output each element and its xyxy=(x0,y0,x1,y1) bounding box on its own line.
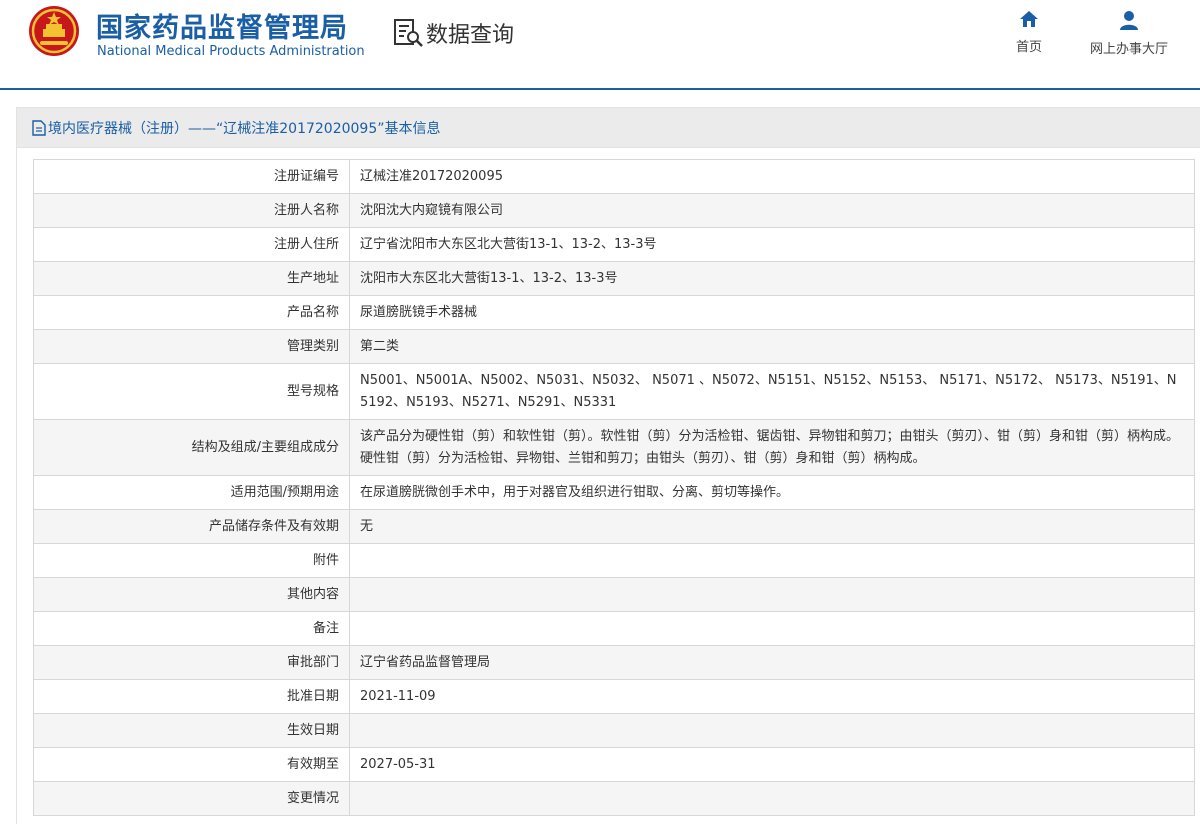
nav-home[interactable]: 首页 xyxy=(1008,10,1050,55)
field-label: 产品名称 xyxy=(33,295,350,330)
table-row: 注册人名称 沈阳沈大内窥镜有限公司 xyxy=(33,193,1195,228)
site-header: 国家药品监督管理局 National Medical Products Admi… xyxy=(0,0,1200,90)
table-row: 有效期至 2027-05-31 xyxy=(33,747,1195,782)
table-row: 产品名称 尿道膀胱镜手术器械 xyxy=(33,295,1195,330)
field-value: 辽宁省沈阳市大东区北大营街13-1、13-2、13-3号 xyxy=(349,227,1195,262)
field-value: 该产品分为硬性钳（剪）和软性钳（剪）。软性钳（剪）分为活检钳、锯齿钳、异物钳和剪… xyxy=(349,419,1195,476)
nav-online-service-hall-label: 网上办事大厅 xyxy=(1089,42,1168,57)
field-label: 变更情况 xyxy=(33,781,350,816)
page-section-title: 数据查询 xyxy=(426,23,515,48)
field-value xyxy=(349,713,1195,748)
field-label: 注册证编号 xyxy=(33,159,350,194)
field-value: 第二类 xyxy=(349,329,1195,364)
field-label: 有效期至 xyxy=(33,747,350,782)
field-value: 2021-11-09 xyxy=(349,679,1195,714)
panel-title: 境内医疗器械（注册）——“辽械注准20172020095”基本信息 xyxy=(48,121,441,137)
field-value xyxy=(349,611,1195,646)
table-row: 生效日期 xyxy=(33,713,1195,748)
field-label: 适用范围/预期用途 xyxy=(33,475,350,510)
field-label: 审批部门 xyxy=(33,645,350,680)
field-value xyxy=(349,543,1195,578)
home-icon xyxy=(1020,11,1038,27)
field-label: 管理类别 xyxy=(33,329,350,364)
table-row: 产品储存条件及有效期 无 xyxy=(33,509,1195,544)
national-emblem-icon[interactable] xyxy=(28,5,80,57)
field-value: N5001、N5001A、N5002、N5031、N5032、 N5071 、N… xyxy=(349,363,1195,420)
field-value: 尿道膀胱镜手术器械 xyxy=(349,295,1195,330)
agency-name-en[interactable]: National Medical Products Administration xyxy=(97,44,365,59)
document-icon xyxy=(32,120,46,136)
table-row: 适用范围/预期用途 在尿道膀胱微创手术中，用于对器官及组织进行钳取、分离、剪切等… xyxy=(33,475,1195,510)
field-label: 生产地址 xyxy=(33,261,350,296)
field-label: 注册人名称 xyxy=(33,193,350,228)
table-row: 型号规格 N5001、N5001A、N5002、N5031、N5032、 N50… xyxy=(33,363,1195,420)
field-value xyxy=(349,577,1195,612)
device-info-table: 注册证编号 辽械注准20172020095 注册人名称 沈阳沈大内窥镜有限公司 … xyxy=(33,159,1195,816)
nav-home-label: 首页 xyxy=(1015,40,1042,55)
field-value xyxy=(349,781,1195,816)
table-row: 附件 xyxy=(33,543,1195,578)
field-label: 型号规格 xyxy=(33,363,350,420)
field-value: 在尿道膀胱微创手术中，用于对器官及组织进行钳取、分离、剪切等操作。 xyxy=(349,475,1195,510)
table-row: 批准日期 2021-11-09 xyxy=(33,679,1195,714)
field-label: 附件 xyxy=(33,543,350,578)
table-row: 备注 xyxy=(33,611,1195,646)
table-row: 注册证编号 辽械注准20172020095 xyxy=(33,159,1195,194)
nav-online-service-hall[interactable]: 网上办事大厅 xyxy=(1082,10,1176,57)
table-row: 其他内容 xyxy=(33,577,1195,612)
field-label: 备注 xyxy=(33,611,350,646)
table-row: 生产地址 沈阳市大东区北大营街13-1、13-2、13-3号 xyxy=(33,261,1195,296)
device-info-panel: 境内医疗器械（注册）——“辽械注准20172020095”基本信息 注册证编号 … xyxy=(16,107,1200,824)
field-label: 结构及组成/主要组成成分 xyxy=(33,419,350,476)
document-search-icon xyxy=(394,19,423,47)
field-value: 沈阳市大东区北大营街13-1、13-2、13-3号 xyxy=(349,261,1195,296)
field-value: 无 xyxy=(349,509,1195,544)
table-row: 结构及组成/主要组成成分 该产品分为硬性钳（剪）和软性钳（剪）。软性钳（剪）分为… xyxy=(33,419,1195,476)
panel-header: 境内医疗器械（注册）——“辽械注准20172020095”基本信息 xyxy=(17,108,1200,148)
field-label: 产品储存条件及有效期 xyxy=(33,509,350,544)
field-label: 注册人住所 xyxy=(33,227,350,262)
agency-name-cn[interactable]: 国家药品监督管理局 xyxy=(96,6,348,45)
field-value: 辽械注准20172020095 xyxy=(349,159,1195,194)
field-label: 其他内容 xyxy=(33,577,350,612)
field-value: 沈阳沈大内窥镜有限公司 xyxy=(349,193,1195,228)
field-label: 生效日期 xyxy=(33,713,350,748)
field-label: 批准日期 xyxy=(33,679,350,714)
table-row: 注册人住所 辽宁省沈阳市大东区北大营街13-1、13-2、13-3号 xyxy=(33,227,1195,262)
user-icon xyxy=(1120,11,1138,30)
table-row: 管理类别 第二类 xyxy=(33,329,1195,364)
table-row: 审批部门 辽宁省药品监督管理局 xyxy=(33,645,1195,680)
field-value: 辽宁省药品监督管理局 xyxy=(349,645,1195,680)
field-value: 2027-05-31 xyxy=(349,747,1195,782)
table-row: 变更情况 xyxy=(33,781,1195,816)
